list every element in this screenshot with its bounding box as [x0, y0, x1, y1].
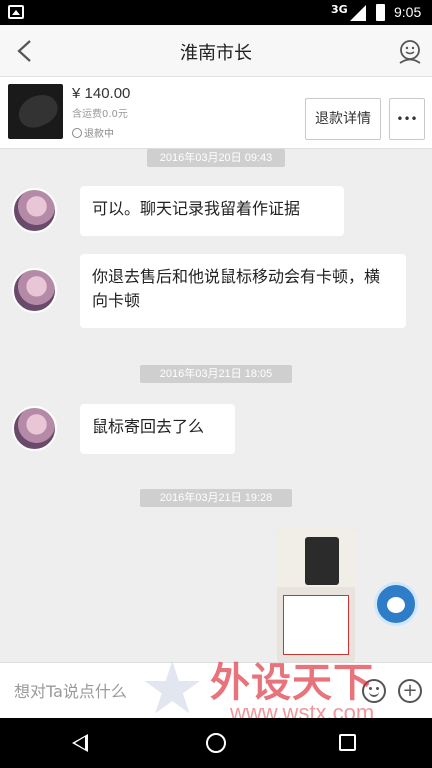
timestamp: 2016年03月20日 09:43 — [147, 149, 285, 167]
refund-status: 退款中 — [72, 125, 114, 140]
chat-header: 淮南市长 — [0, 25, 432, 77]
timestamp: 2016年03月21日 18:05 — [140, 365, 292, 383]
message-bubble: 鼠标寄回去了么 — [80, 404, 235, 454]
assistant-bot-icon[interactable] — [374, 582, 418, 626]
product-thumbnail[interactable] — [8, 84, 63, 139]
mouse-image — [13, 88, 63, 134]
clock: 9:05 — [394, 4, 422, 20]
status-bar: 3G 9:05 — [0, 0, 432, 25]
nav-recents-icon[interactable] — [339, 734, 356, 751]
refund-details-button[interactable]: 退款详情 — [305, 98, 381, 140]
clock-icon — [72, 128, 82, 138]
network-type: 3G — [331, 3, 348, 16]
user-icon[interactable] — [397, 38, 423, 64]
gallery-notification-icon — [8, 5, 24, 19]
nav-home-icon[interactable] — [206, 733, 226, 753]
signal-icon — [350, 5, 366, 21]
image-message[interactable] — [277, 527, 355, 662]
smiley-icon[interactable] — [362, 679, 386, 703]
message-bubble: 可以。聊天记录我留着作证据 — [80, 186, 344, 236]
nav-back-icon[interactable] — [72, 734, 88, 752]
message-input-bar: + — [0, 662, 432, 718]
avatar[interactable] — [12, 188, 57, 233]
chat-area: 2016年03月20日 09:43 可以。聊天记录我留着作证据 你退去售后和他说… — [0, 149, 432, 662]
timestamp: 2016年03月21日 19:28 — [140, 489, 292, 507]
battery-icon — [376, 4, 385, 21]
refund-status-label: 退款中 — [84, 129, 114, 140]
more-options-button[interactable]: ••• — [389, 98, 425, 140]
avatar[interactable] — [12, 406, 57, 451]
plus-icon[interactable]: + — [398, 679, 422, 703]
shipping-note: 含运费0.0元 — [72, 109, 128, 120]
avatar[interactable] — [12, 268, 57, 313]
message-bubble: 你退去售后和他说鼠标移动会有卡顿，横向卡顿 — [80, 254, 406, 328]
product-price: ¥ 140.00 — [72, 85, 131, 102]
page-title: 淮南市长 — [180, 43, 252, 64]
system-nav-bar — [0, 718, 432, 768]
message-input[interactable] — [14, 673, 354, 709]
